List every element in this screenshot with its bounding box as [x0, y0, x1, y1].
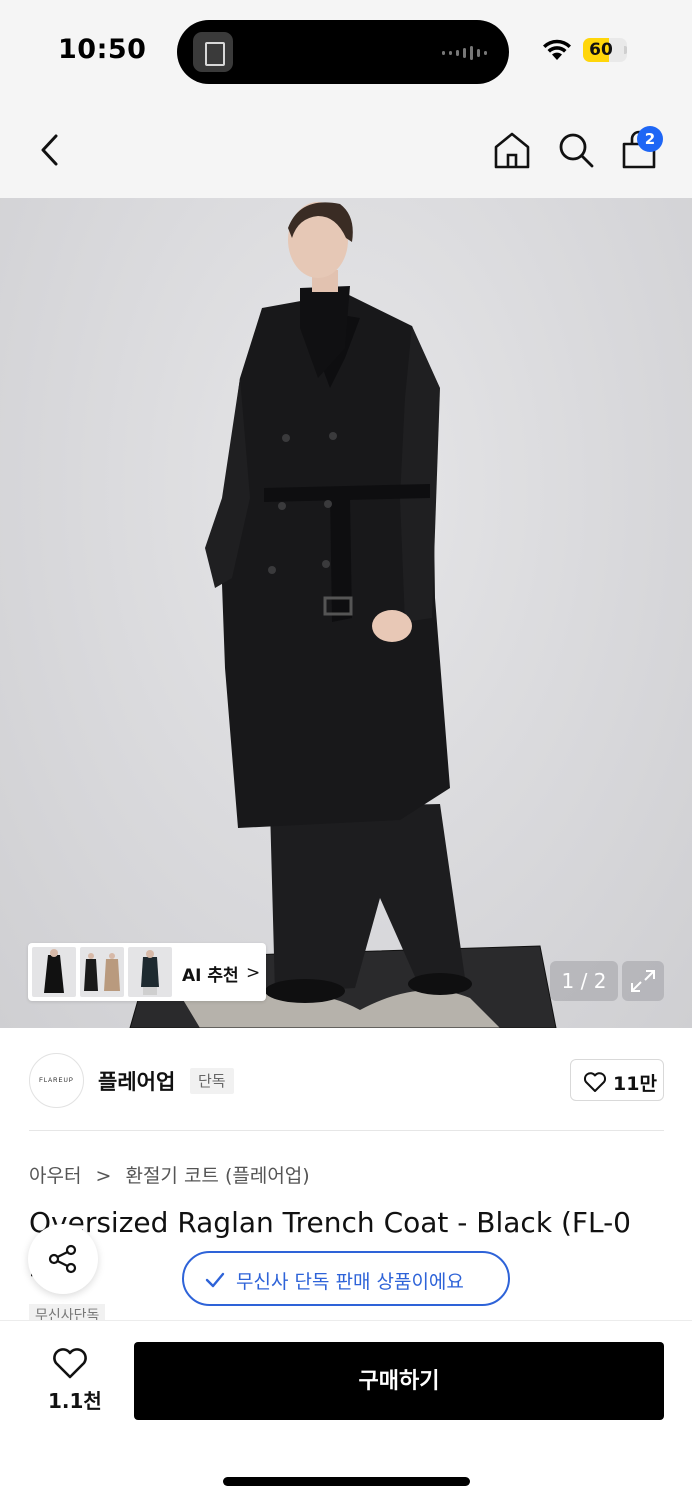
- buy-button[interactable]: 구매하기: [134, 1342, 664, 1420]
- battery-nub: [624, 46, 627, 54]
- top-nav-bar: [0, 100, 692, 198]
- product-photo: [129, 202, 557, 1028]
- recommend-thumbnail[interactable]: [32, 947, 76, 997]
- product-title: Oversized Raglan Trench Coat - Black (FL…: [29, 1206, 631, 1239]
- exclusive-sale-text: 무신사 단독 판매 상품이에요: [236, 1271, 464, 1293]
- ai-recommend-chip[interactable]: AI 추천 >: [28, 943, 266, 1001]
- breadcrumb-separator: >: [95, 1165, 112, 1187]
- brand-name[interactable]: 플레어업: [98, 1066, 175, 1096]
- status-bar: 10:50 60: [0, 0, 692, 100]
- recommend-thumbnail[interactable]: [80, 947, 124, 997]
- breadcrumb-item[interactable]: 환절기 코트 (플레어업): [125, 1161, 309, 1188]
- status-time: 10:50: [58, 34, 147, 65]
- heart-icon[interactable]: [52, 1347, 88, 1381]
- recommend-thumbnail[interactable]: [128, 947, 172, 997]
- product-image-gallery[interactable]: [0, 198, 692, 1028]
- cart-count-badge: 2: [637, 126, 663, 152]
- exclusive-badge: 단독: [190, 1068, 234, 1094]
- divider: [29, 1130, 664, 1131]
- expand-icon[interactable]: [622, 961, 664, 1001]
- live-activity-app-icon: [193, 32, 233, 72]
- chevron-right-icon: >: [246, 963, 261, 983]
- search-icon[interactable]: [556, 130, 596, 170]
- image-counter: 1 / 2: [550, 961, 618, 1001]
- home-icon[interactable]: [492, 130, 532, 170]
- battery-percent: 60: [589, 40, 613, 60]
- wifi-icon: [543, 39, 571, 60]
- audio-wave-icon: [442, 46, 487, 60]
- exclusive-sale-banner: 무신사 단독 판매 상품이에요: [182, 1251, 510, 1306]
- share-button[interactable]: [28, 1224, 98, 1294]
- heart-icon: [583, 1072, 607, 1092]
- battery-indicator: 60: [583, 38, 627, 62]
- brand-logo[interactable]: FLAREUP: [29, 1053, 84, 1108]
- bottom-action-bar: 1.1천 구매하기: [0, 1320, 692, 1500]
- breadcrumb: 아우터 > 환절기 코트 (플레어업): [29, 1161, 310, 1188]
- ai-recommend-label: AI 추천: [182, 966, 239, 986]
- wish-count: 1.1천: [48, 1389, 102, 1413]
- brand-like-count: 11만: [613, 1073, 657, 1095]
- home-indicator: [223, 1477, 470, 1486]
- breadcrumb-item[interactable]: 아우터: [29, 1161, 81, 1188]
- share-icon: [48, 1244, 77, 1274]
- dynamic-island: [177, 20, 509, 84]
- chevron-left-icon[interactable]: [34, 132, 66, 168]
- brand-like-button[interactable]: 11만: [570, 1059, 664, 1101]
- check-icon: [205, 1272, 225, 1288]
